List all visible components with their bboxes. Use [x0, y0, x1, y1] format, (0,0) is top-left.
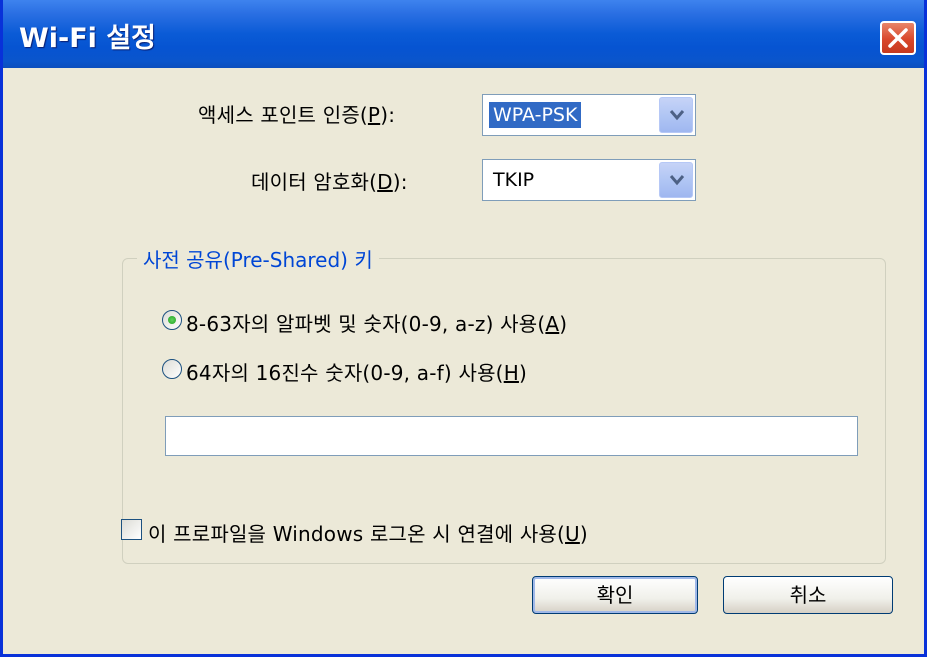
ok-button[interactable]: 확인 [532, 576, 698, 614]
auth-dropdown-value: WPA-PSK [489, 102, 582, 128]
psk-group-title: 사전 공유(Pre-Shared) 키 [137, 244, 379, 273]
wifi-settings-dialog: Wi-Fi 설정 액세스 포인트 인증(P): WPA-PSK 데이터 암호화(… [0, 0, 927, 657]
radio-hex[interactable] [162, 359, 182, 379]
encryption-dropdown-value: TKIP [493, 169, 535, 191]
auth-dropdown[interactable]: WPA-PSK [482, 94, 696, 136]
logon-checkbox-label[interactable]: 이 프로파일을 Windows 로그온 시 연결에 사용(U) [148, 518, 588, 547]
chevron-down-icon [669, 110, 685, 121]
radio-hex-label[interactable]: 64자의 16진수 숫자(0-9, a-f) 사용(H) [186, 357, 527, 386]
radio-selected-dot [168, 316, 176, 324]
radio-ascii-label[interactable]: 8-63자의 알파벳 및 숫자(0-9, a-z) 사용(A) [186, 308, 567, 337]
radio-ascii[interactable] [162, 310, 182, 330]
close-x-icon [888, 28, 908, 48]
logon-checkbox[interactable] [121, 519, 142, 540]
auth-label: 액세스 포인트 인증(P): [198, 103, 396, 127]
psk-key-input[interactable] [165, 416, 858, 456]
encryption-dropdown[interactable]: TKIP [482, 159, 696, 201]
dialog-body: 액세스 포인트 인증(P): WPA-PSK 데이터 암호화(D): TKIP … [3, 68, 924, 654]
close-button[interactable] [880, 21, 916, 55]
cancel-button[interactable]: 취소 [723, 576, 893, 614]
encryption-dropdown-button[interactable] [659, 162, 693, 198]
encryption-label: 데이터 암호화(D): [251, 170, 408, 194]
title-bar[interactable]: Wi-Fi 설정 [3, 0, 924, 68]
chevron-down-icon [669, 175, 685, 186]
window-title: Wi-Fi 설정 [19, 23, 157, 54]
auth-dropdown-button[interactable] [659, 97, 693, 133]
